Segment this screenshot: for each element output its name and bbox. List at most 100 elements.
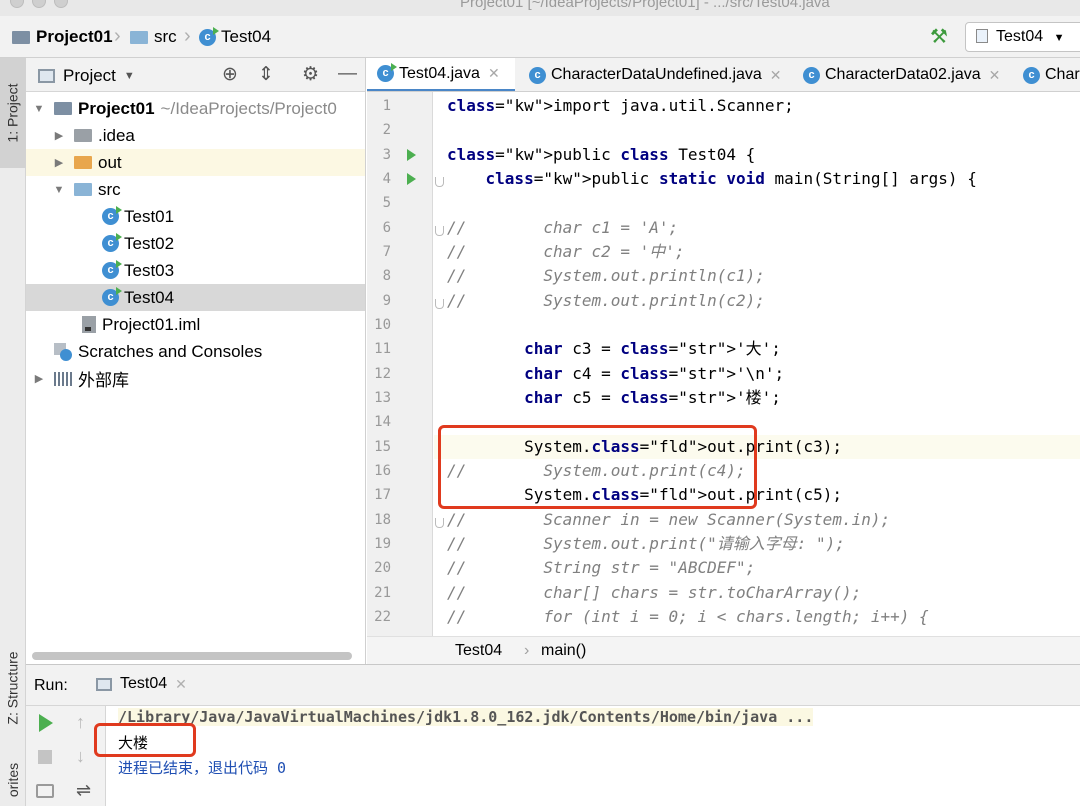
tree-item-test02[interactable]: c Test02 [26, 230, 365, 257]
code-line: char c4 = class="str">'\n'; [524, 363, 785, 383]
code-line: class="kw">public static void main(Strin… [485, 168, 977, 188]
project-view-selector[interactable]: Project ▼ [38, 66, 135, 86]
scroll-down-arrow-icon[interactable]: ↓ [76, 746, 85, 767]
editor-gutter[interactable]: 1 2 3 4 5 6 7 8 9 10 11 12 13 14 15 16 17 18 19 20 21 22 [367, 92, 433, 636]
tree-item-test04[interactable]: c Test04 [26, 284, 365, 311]
tree-item-scratches[interactable]: Scratches and Consoles [26, 338, 365, 365]
close-window-button[interactable] [10, 0, 24, 8]
code-line: // System.out.print(c4); [447, 460, 746, 480]
tree-item-idea[interactable]: ▶ .idea [26, 122, 365, 149]
line-number: 20 [374, 560, 391, 577]
console-output[interactable]: /Library/Java/JavaVirtualMachines/jdk1.8… [94, 706, 1080, 806]
tab-test04-java[interactable]: c Test04.java ✕ [367, 58, 515, 91]
java-class-icon: c [1023, 66, 1040, 84]
excluded-folder-icon [74, 156, 92, 169]
breadcrumb-method[interactable]: main() [541, 642, 586, 660]
build-hammer-icon[interactable]: ⚒ [930, 24, 948, 49]
tree-item-project01[interactable]: ▼ Project01 ~/IdeaProjects/Project0 [26, 95, 365, 122]
tree-item-external-libraries[interactable]: ▶ 外部库 [26, 365, 365, 392]
soft-wrap-icon[interactable]: ⇌ [76, 780, 91, 801]
navigation-bar: Project01 › src › c Test04 ⚒ Test04 ▼ [0, 16, 1080, 58]
collapse-all-icon[interactable]: ⇕ [258, 63, 274, 86]
nav-crumb-src[interactable]: src [130, 27, 177, 47]
console-command-line: /Library/Java/JavaVirtualMachines/jdk1.8… [118, 708, 814, 726]
line-number: 22 [374, 608, 391, 625]
line-number: 14 [374, 414, 391, 431]
nav-crumb-file[interactable]: c Test04 [199, 26, 271, 47]
line-number: 18 [374, 511, 391, 528]
tab-label: CharacterDataUndefined.java [551, 66, 762, 83]
tree-item-path: ~/IdeaProjects/Project0 [160, 98, 337, 118]
breadcrumb-class[interactable]: Test04 [455, 642, 502, 660]
project-panel: Project ▼ ⊕ ⇕ ⚙ — ▼ Project01 ~/IdeaProj… [26, 58, 366, 664]
tree-item-project01-iml[interactable]: Project01.iml [26, 311, 365, 338]
project-tool-tab[interactable]: 1: Project [0, 58, 26, 168]
scroll-up-arrow-icon[interactable]: ↑ [76, 712, 85, 733]
project-folder-icon [54, 102, 72, 115]
stop-icon[interactable] [38, 750, 52, 764]
code-line: char c5 = class="str">'楼'; [524, 387, 781, 407]
line-number: 7 [382, 243, 391, 260]
code-line: class="kw">public class Test04 { [447, 144, 756, 164]
project-horizontal-scrollbar[interactable] [32, 652, 352, 660]
line-number: 11 [374, 341, 391, 358]
favorites-tool-tab-label: orites [5, 762, 22, 798]
fold-marker-icon[interactable] [435, 517, 444, 528]
source-folder-icon [74, 183, 92, 196]
java-class-icon: c [529, 66, 546, 84]
java-class-icon: c [102, 233, 122, 252]
dropdown-arrow-icon: ▼ [123, 70, 135, 82]
tab-label: CharacterData02.java [825, 66, 981, 83]
structure-tool-tab[interactable]: Z: Structure [0, 628, 26, 748]
hide-panel-icon[interactable]: — [338, 63, 357, 85]
camera-icon[interactable] [36, 784, 54, 798]
line-number: 17 [374, 487, 391, 504]
line-number: 13 [374, 389, 391, 406]
tree-item-test03[interactable]: c Test03 [26, 257, 365, 284]
code-editor[interactable]: class="kw">import java.util.Scanner; clas… [434, 92, 1080, 636]
line-number: 4 [382, 170, 391, 187]
run-panel-label: Run: [34, 677, 68, 694]
nav-crumb-project-label: Project01 [36, 27, 113, 46]
rerun-play-icon[interactable] [39, 714, 53, 732]
run-tab-test04[interactable]: Test04 ✕ [96, 675, 187, 693]
favorites-tool-tab[interactable]: orites [0, 754, 26, 806]
config-file-icon [976, 29, 988, 43]
expanded-arrow-icon: ▼ [53, 183, 65, 196]
close-tab-icon[interactable]: ✕ [770, 67, 782, 84]
tab-characterdataundefined-java[interactable]: c CharacterDataUndefined.java ✕ [519, 58, 791, 91]
tab-char-truncated[interactable]: c Char [1013, 58, 1080, 91]
tree-item-out[interactable]: ▶ out [26, 149, 365, 176]
tree-item-src[interactable]: ▼ src [26, 176, 365, 203]
locate-target-icon[interactable]: ⊕ [222, 63, 238, 86]
tree-item-test01[interactable]: c Test01 [26, 203, 365, 230]
code-line: // String str = "ABCDEF"; [447, 558, 756, 578]
nav-crumb-src-label: src [154, 27, 177, 46]
run-gutter-icon[interactable] [407, 148, 416, 161]
tab-label: Char [1045, 66, 1080, 83]
close-tab-icon[interactable]: ✕ [488, 65, 500, 82]
nav-crumb-project[interactable]: Project01 [12, 27, 113, 47]
run-gutter-icon[interactable] [407, 172, 416, 185]
line-number: 1 [382, 98, 391, 114]
fold-marker-icon[interactable] [435, 225, 444, 236]
line-number: 3 [382, 146, 391, 163]
fold-marker-icon[interactable] [435, 176, 444, 187]
fold-marker-icon[interactable] [435, 298, 444, 309]
collapsed-arrow-icon: ▶ [34, 373, 44, 385]
java-class-icon: c [102, 260, 122, 279]
gear-icon[interactable]: ⚙ [302, 63, 319, 86]
code-line: // char c2 = '中'; [447, 241, 685, 261]
tree-item-label: out [98, 152, 122, 172]
code-line: class="kw">import java.util.Scanner; [447, 96, 794, 115]
minimize-window-button[interactable] [32, 0, 46, 8]
tree-item-label: Test03 [124, 260, 175, 280]
close-tab-icon[interactable]: ✕ [989, 67, 1001, 84]
zoom-window-button[interactable] [54, 0, 68, 8]
close-tab-icon[interactable]: ✕ [175, 676, 187, 693]
java-class-icon: c [803, 66, 820, 84]
run-configuration-select[interactable]: Test04 ▼ [965, 22, 1080, 52]
line-number: 12 [374, 365, 391, 382]
tab-characterdata02-java[interactable]: c CharacterData02.java ✕ [793, 58, 1015, 91]
collapsed-arrow-icon: ▶ [54, 157, 64, 169]
